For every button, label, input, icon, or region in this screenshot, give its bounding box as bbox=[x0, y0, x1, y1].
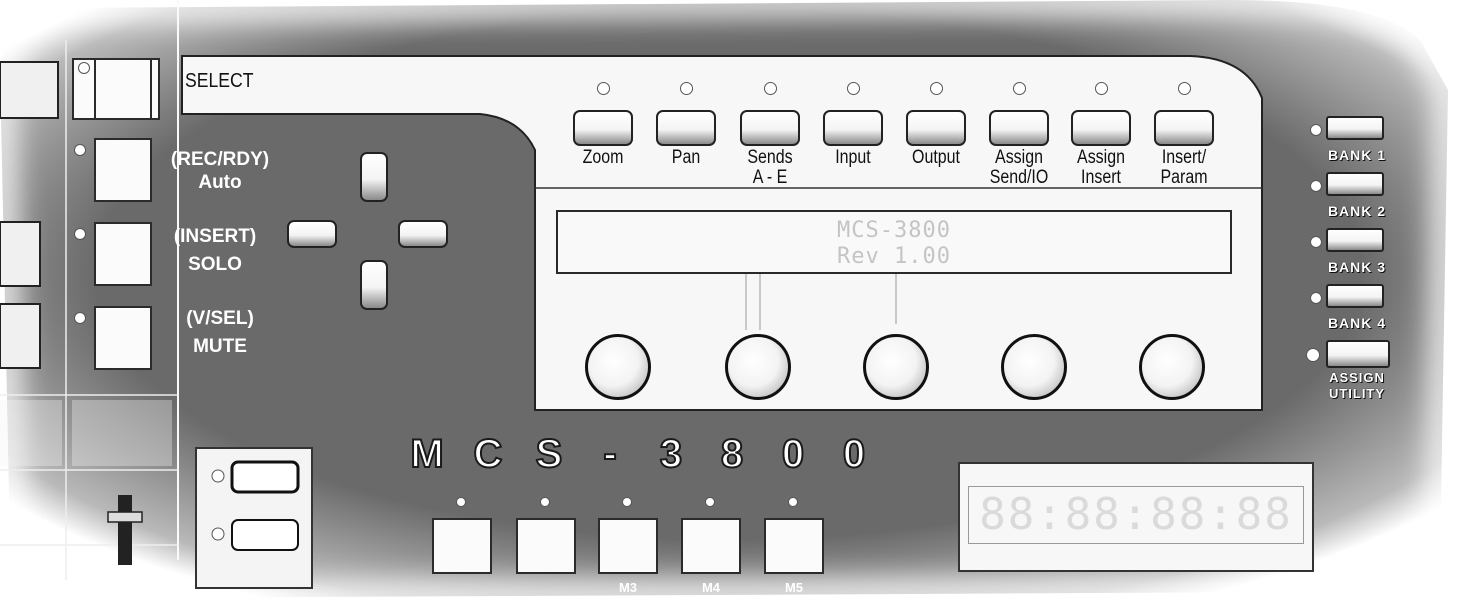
lcd-display: MCS-3800 Rev 1.00 bbox=[556, 210, 1232, 274]
memory-led-2 bbox=[540, 497, 550, 507]
insert-led bbox=[1178, 82, 1191, 95]
bank-led-3 bbox=[1310, 236, 1322, 248]
rec-led bbox=[74, 144, 86, 156]
arrow-up-button[interactable] bbox=[360, 152, 388, 202]
bank-led-1 bbox=[1310, 124, 1322, 136]
select-led bbox=[78, 62, 90, 74]
rotary-knob-1[interactable] bbox=[585, 334, 651, 400]
assign-utility-label: ASSIGN UTILITY bbox=[1328, 370, 1386, 401]
pan-led bbox=[680, 82, 693, 95]
logo-char-6: 8 bbox=[720, 431, 744, 477]
output-led bbox=[930, 82, 943, 95]
input-led bbox=[847, 82, 860, 95]
zoom-button[interactable] bbox=[573, 110, 633, 146]
memory-led-3 bbox=[622, 497, 632, 507]
bank-2-label: BANK 2 bbox=[1327, 203, 1387, 219]
bank-led-4 bbox=[1310, 292, 1322, 304]
memory-button-2[interactable] bbox=[516, 518, 576, 574]
memory-led-4 bbox=[705, 497, 715, 507]
logo-char-5: 3 bbox=[659, 431, 683, 477]
rec-rdy-label: (REC/RDY) bbox=[170, 149, 270, 170]
assign-button[interactable] bbox=[989, 110, 1049, 146]
insert-label: (INSERT) bbox=[173, 226, 257, 247]
lcd-line-2: Rev 1.00 bbox=[837, 244, 951, 269]
timecode-window: 88:88:88:88 bbox=[968, 486, 1304, 544]
lcd-knob-leader-lines bbox=[745, 274, 897, 330]
assign-label: Assign Insert bbox=[1077, 147, 1125, 188]
bank-3-button[interactable] bbox=[1326, 228, 1384, 252]
bank-4-label: BANK 4 bbox=[1327, 315, 1387, 331]
bank-1-button[interactable] bbox=[1326, 116, 1384, 140]
solo-led bbox=[74, 228, 86, 240]
bank-led-2 bbox=[1310, 180, 1322, 192]
rotary-knob-5[interactable] bbox=[1139, 334, 1205, 400]
rotary-knob-3[interactable] bbox=[863, 334, 929, 400]
rotary-knob-4[interactable] bbox=[1001, 334, 1067, 400]
memory-button-3[interactable] bbox=[598, 518, 658, 574]
zoom-led bbox=[597, 82, 610, 95]
insert-label: Insert/ Param bbox=[1160, 147, 1208, 188]
memory-button-5[interactable] bbox=[764, 518, 824, 574]
sends-led bbox=[764, 82, 777, 95]
logo-char-8: 0 bbox=[842, 431, 866, 477]
output-button[interactable] bbox=[906, 110, 966, 146]
input-label: Input bbox=[835, 147, 871, 168]
timecode-readout: 88:88:88:88 bbox=[979, 489, 1293, 540]
memory-button-1[interactable] bbox=[432, 518, 492, 574]
arrow-right-button[interactable] bbox=[398, 220, 448, 248]
channel-button-rec-auto[interactable] bbox=[94, 138, 152, 202]
sends-button[interactable] bbox=[740, 110, 800, 146]
mute-led bbox=[74, 312, 86, 324]
rotary-knob-2[interactable] bbox=[725, 334, 791, 400]
assign-label: Assign Send/IO bbox=[989, 147, 1049, 188]
solo-label: SOLO bbox=[188, 254, 242, 275]
memory-button-4[interactable] bbox=[681, 518, 741, 574]
pan-button[interactable] bbox=[656, 110, 716, 146]
mute-label: MUTE bbox=[193, 336, 247, 357]
bank-1-label: BANK 1 bbox=[1327, 147, 1387, 163]
input-button[interactable] bbox=[823, 110, 883, 146]
vsel-label: (V/SEL) bbox=[186, 308, 254, 329]
memory-label-4: M4 bbox=[701, 580, 721, 595]
assign-button[interactable] bbox=[1071, 110, 1131, 146]
channel-button-vsel-mute[interactable] bbox=[94, 306, 152, 370]
bank-2-button[interactable] bbox=[1326, 172, 1384, 196]
output-label: Output bbox=[912, 147, 960, 168]
logo-char-2: C bbox=[473, 431, 504, 477]
assign-utility-button[interactable] bbox=[1326, 340, 1390, 368]
arrow-down-button[interactable] bbox=[360, 260, 388, 310]
memory-led-5 bbox=[788, 497, 798, 507]
assign-led bbox=[1013, 82, 1026, 95]
bank-3-label: BANK 3 bbox=[1327, 259, 1387, 275]
insert-button[interactable] bbox=[1154, 110, 1214, 146]
lcd-line-1: MCS-3800 bbox=[837, 218, 951, 243]
timecode-panel: 88:88:88:88 bbox=[958, 462, 1314, 572]
memory-label-5: M5 bbox=[784, 580, 804, 595]
zoom-label: Zoom bbox=[582, 147, 624, 168]
memory-led-1 bbox=[456, 497, 466, 507]
arrow-left-button[interactable] bbox=[287, 220, 337, 248]
memory-label-3: M3 bbox=[618, 580, 638, 595]
logo-char-7: 0 bbox=[781, 431, 805, 477]
logo-char-1: M bbox=[409, 431, 444, 477]
pan-label: Pan bbox=[671, 147, 701, 168]
assign-led bbox=[1095, 82, 1108, 95]
mcs-3800-panel: SELECT (REC/RDY) Auto (INSERT) SOLO (V/S… bbox=[0, 0, 1458, 610]
bank-4-button[interactable] bbox=[1326, 284, 1384, 308]
logo-char-3: S bbox=[535, 431, 564, 477]
select-button-1-face[interactable] bbox=[94, 58, 152, 120]
channel-button-insert-solo[interactable] bbox=[94, 222, 152, 286]
logo-char-4: - bbox=[602, 431, 617, 477]
bank-led-5 bbox=[1306, 348, 1320, 362]
select-label: SELECT bbox=[185, 70, 254, 92]
auto-label: Auto bbox=[198, 172, 242, 193]
sends-label: Sends A - E bbox=[747, 147, 793, 188]
